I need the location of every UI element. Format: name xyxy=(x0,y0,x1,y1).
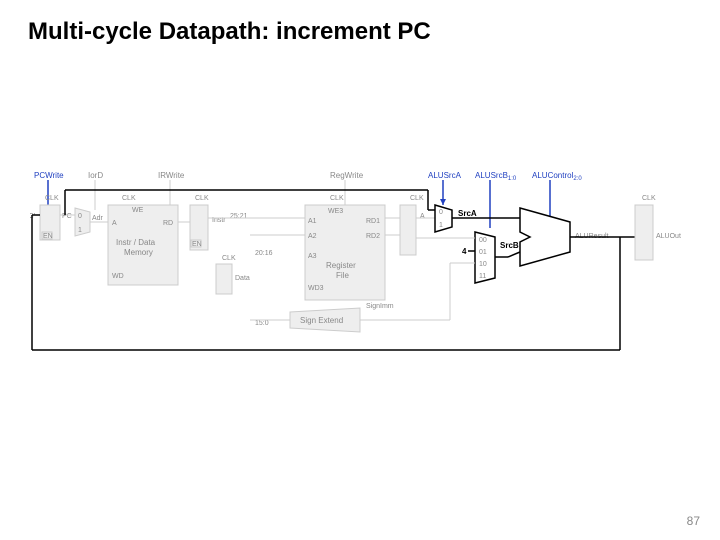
rf-wd3: WD3 xyxy=(308,285,324,292)
slide-title: Multi-cycle Datapath: increment PC xyxy=(0,0,720,46)
rf-a3: A3 xyxy=(308,253,317,260)
alu xyxy=(520,208,570,266)
svg-text:10: 10 xyxy=(479,261,487,268)
mem-we: WE xyxy=(132,207,144,214)
sig-pcwrite: PCWrite xyxy=(34,171,64,180)
sig-irwrite: IRWrite xyxy=(158,171,185,180)
rf-rd2: RD2 xyxy=(366,233,380,240)
clk-mem: CLK xyxy=(122,195,136,202)
clk-pc: CLK xyxy=(45,195,59,202)
svg-text:1: 1 xyxy=(439,222,443,229)
rf-rd1: RD1 xyxy=(366,218,380,225)
svg-text:0: 0 xyxy=(78,213,82,220)
ab-reg xyxy=(400,205,416,255)
adr-label: Adr xyxy=(92,215,104,222)
aluout-label: ALUOut xyxy=(656,233,681,240)
pc-en-label: EN xyxy=(43,233,53,240)
r150: 15:0 xyxy=(255,320,269,327)
rf-a2: A2 xyxy=(308,233,317,240)
mem-label1: Instr / Data xyxy=(116,238,156,247)
rf-label2: File xyxy=(336,271,349,280)
datapath-svg: PCWrite IorD IRWrite RegWrite ALUSrcA AL… xyxy=(30,150,690,380)
mem-a: A xyxy=(112,220,117,227)
svg-text:1: 1 xyxy=(78,227,82,234)
a-label: A xyxy=(420,213,425,220)
sig-regwrite: RegWrite xyxy=(330,171,364,180)
rf-a1: A1 xyxy=(308,218,317,225)
mem-label2: Memory xyxy=(124,248,153,257)
r2016: 20:16 xyxy=(255,250,273,257)
datapath-diagram: PCWrite IorD IRWrite RegWrite ALUSrcA AL… xyxy=(30,150,690,380)
srca-mux xyxy=(435,205,452,232)
svg-text:EN: EN xyxy=(192,241,202,248)
srcb-label: SrcB xyxy=(500,241,519,250)
srca-label: SrcA xyxy=(458,209,477,218)
mem-rd: RD xyxy=(163,220,173,227)
data-label: Data xyxy=(235,275,250,282)
sig-iord: IorD xyxy=(88,171,103,180)
rf-label1: Register xyxy=(326,261,356,270)
data-reg xyxy=(216,264,232,294)
clk-aluout: CLK xyxy=(642,195,656,202)
sig-alusrca: ALUSrcA xyxy=(428,171,462,180)
clk-ab: CLK xyxy=(410,195,424,202)
svg-text:00: 00 xyxy=(479,237,487,244)
signext-label: Sign Extend xyxy=(300,316,343,325)
svg-text:01: 01 xyxy=(479,249,487,256)
r2521: 25:21 xyxy=(230,213,248,220)
svg-text:0: 0 xyxy=(439,209,443,216)
clk-ir: CLK xyxy=(195,195,209,202)
aluout-reg xyxy=(635,205,653,260)
sig-alusrcb: ALUSrcB1:0 xyxy=(475,171,517,182)
page-number: 87 xyxy=(687,514,700,528)
clk-data: CLK xyxy=(222,255,236,262)
sig-alucontrol: ALUControl2:0 xyxy=(532,171,582,182)
rf-we3: WE3 xyxy=(328,208,343,215)
const-four: 4 xyxy=(462,247,467,256)
signimm-label: SignImm xyxy=(366,303,394,310)
clk-rf: CLK xyxy=(330,195,344,202)
pc-label: PC xyxy=(62,213,72,220)
mem-wd: WD xyxy=(112,273,124,280)
svg-text:11: 11 xyxy=(479,273,486,280)
